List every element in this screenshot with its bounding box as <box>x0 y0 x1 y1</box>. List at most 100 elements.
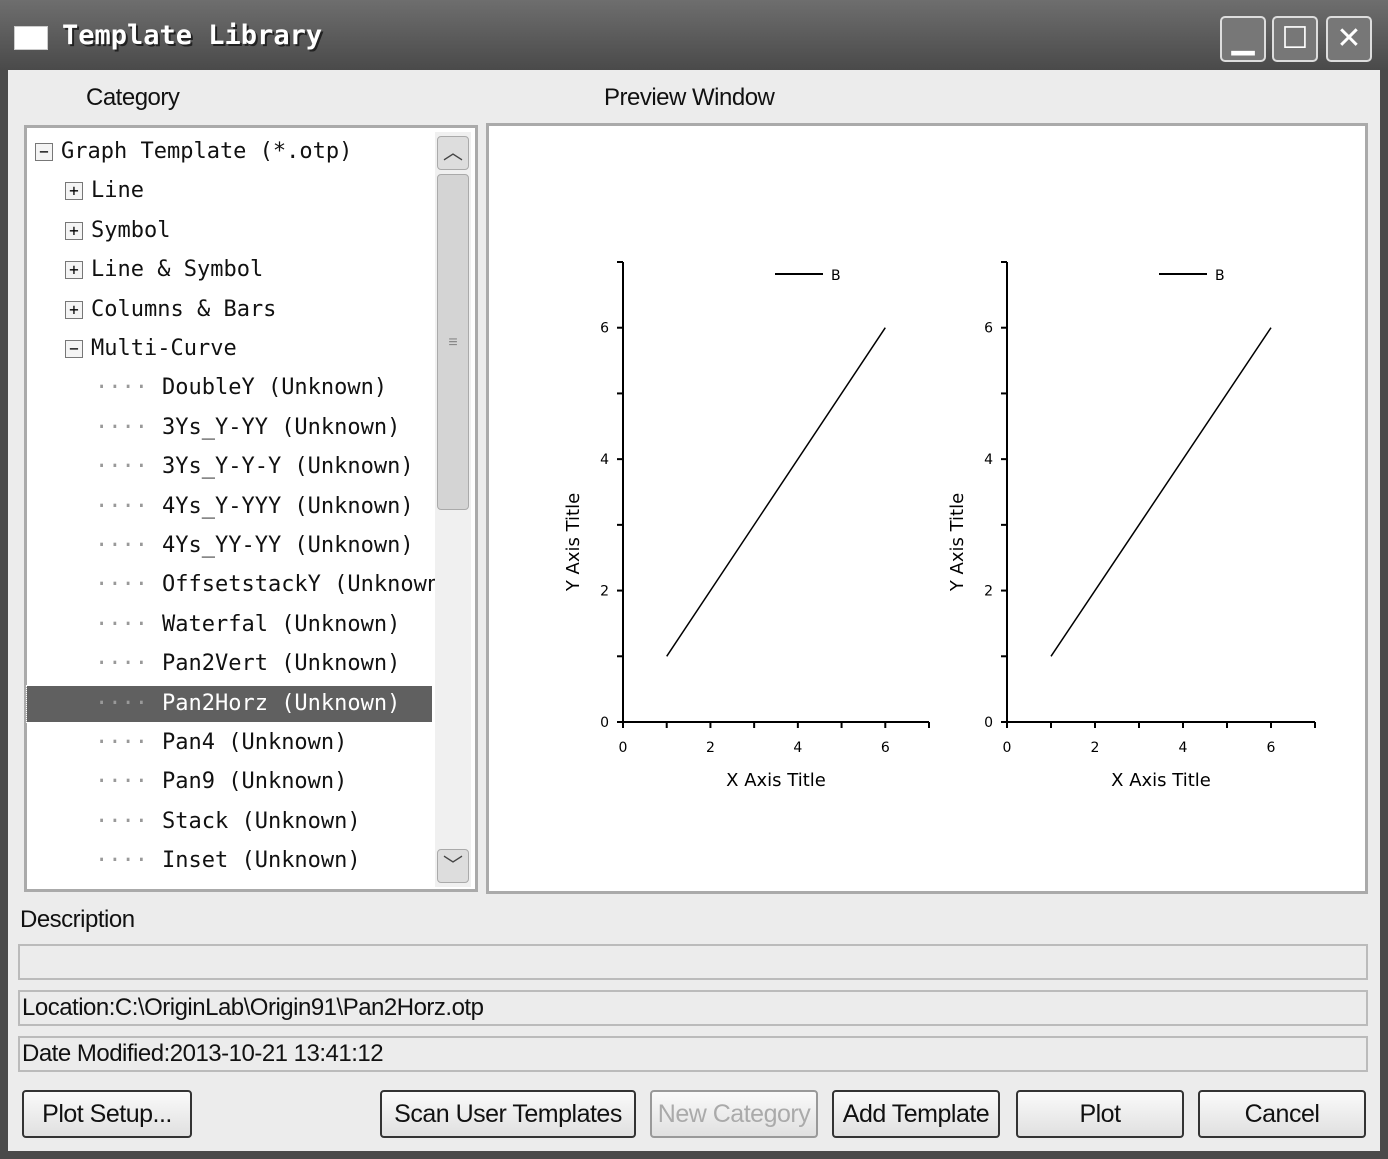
window-title: Template Library <box>62 20 323 51</box>
tree-item[interactable]: ···· 4Ys_YY-YY (Unknown) <box>27 528 432 564</box>
legend-label: B <box>1215 268 1225 284</box>
tree-connector: ···· <box>95 690 148 716</box>
title-bar[interactable]: Template Library ▁ ☐ ✕ <box>0 0 1388 70</box>
x-tick-label: 0 <box>619 740 628 756</box>
description-field <box>18 944 1368 980</box>
scroll-down-button[interactable]: ﹀ <box>437 849 469 883</box>
x-axis-title: X Axis Title <box>1111 770 1211 791</box>
tree-connector: ···· <box>95 375 148 401</box>
y-tick-label: 6 <box>984 321 993 337</box>
collapse-icon[interactable]: − <box>35 143 53 161</box>
location-field: Location:C:\OriginLab\Origin91\Pan2Horz.… <box>18 990 1368 1026</box>
tree-item[interactable]: ···· OffsetstackY (Unknown) <box>27 567 453 603</box>
x-tick-label: 0 <box>1003 740 1012 756</box>
y-tick-label: 4 <box>984 452 993 468</box>
tree-item[interactable]: ···· Pan4 (Unknown) <box>27 725 432 761</box>
tree-item[interactable]: ···· 4Ys_Y-YYY (Unknown) <box>27 489 432 525</box>
cancel-button[interactable]: Cancel <box>1198 1090 1366 1138</box>
tree-connector: ···· <box>95 533 148 558</box>
tree-item[interactable]: ···· 3Ys_Y-YY (Unknown) <box>27 410 432 446</box>
tree-item-label: Graph Template (*.otp) <box>61 139 353 164</box>
tree-item-label: DoubleY (Unknown) <box>161 375 388 401</box>
tree-connector: ···· <box>95 848 148 874</box>
add-template-button[interactable]: Add Template <box>832 1090 1000 1138</box>
preview-graph: 0 2 4 6 0 2 4 6 X Axis Title Y Axis Title B 0 2 4 6 0 2 4… <box>563 261 1316 791</box>
y-tick-label: 2 <box>984 584 993 600</box>
tree-item[interactable]: ···· 3Ys_Y-Y-Y (Unknown) <box>27 449 432 485</box>
scroll-up-button[interactable]: ︿ <box>437 136 469 170</box>
tree-connector: ···· <box>95 730 148 755</box>
y-tick-label: 0 <box>600 715 609 731</box>
y-axis-title: Y Axis Title <box>563 493 584 592</box>
y-tick-label: 0 <box>984 715 993 731</box>
description-label: Description <box>20 906 135 933</box>
tree-item-label: Multi-Curve <box>91 336 237 361</box>
category-label: Category <box>86 84 180 111</box>
tree-item-label: Stack (Unknown) <box>161 808 361 834</box>
tree-item[interactable]: + Columns & Bars <box>27 292 432 328</box>
expand-icon[interactable]: + <box>65 221 83 240</box>
tree-item-label: 3Ys_Y-Y-Y (Unknown) <box>161 454 414 480</box>
window-icon <box>14 26 48 50</box>
tree-item[interactable]: − Graph Template (*.otp) <box>27 134 432 170</box>
y-tick-label: 4 <box>600 452 609 468</box>
x-tick-label: 6 <box>881 740 890 756</box>
close-button[interactable]: ✕ <box>1326 16 1372 62</box>
tree-item[interactable]: + Line & Symbol <box>27 252 432 288</box>
preview-window: 0 2 4 6 0 2 4 6 X Axis Title Y Axis Title B 0 2 4 6 0 2 4… <box>486 123 1368 894</box>
expand-icon[interactable]: + <box>65 300 83 319</box>
tree-item-label: Columns & Bars <box>91 296 277 322</box>
tree-connector: ···· <box>95 454 148 480</box>
minimize-button[interactable]: ▁ <box>1220 16 1266 62</box>
scan-user-templates-button[interactable]: Scan User Templates <box>380 1090 636 1138</box>
tree-item-label: Pan2Vert (Unknown) <box>161 651 401 677</box>
tree-item[interactable]: ···· Inset (Unknown) <box>27 843 432 879</box>
tree-item-label: Waterfal (Unknown) <box>161 611 401 637</box>
legend-label: B <box>831 268 841 284</box>
tree-item-label: 4Ys_YY-YY (Unknown) <box>161 533 414 558</box>
tree-item[interactable]: − Multi-Curve <box>27 331 432 367</box>
tree-item-label: 4Ys_Y-YYY (Unknown) <box>161 493 414 519</box>
tree-scrollbar[interactable]: ︿ ≡ ﹀ <box>435 132 471 887</box>
plot-button[interactable]: Plot <box>1016 1090 1184 1138</box>
tree-connector: ···· <box>95 651 148 677</box>
scroll-thumb[interactable]: ≡ <box>437 174 469 510</box>
tree-connector: ···· <box>95 414 148 440</box>
category-tree[interactable]: − Graph Template (*.otp) + Line + Symbol + Line… <box>24 125 478 892</box>
tree-item-label: Pan2Horz (Unknown) <box>161 690 401 716</box>
expand-icon[interactable]: + <box>65 261 83 280</box>
tree-item-label: 3Ys_Y-YY (Unknown) <box>161 414 401 440</box>
tree-item[interactable]: + Symbol <box>27 213 432 249</box>
x-tick-label: 6 <box>1267 740 1276 756</box>
tree-item[interactable]: ···· DoubleY (Unknown) <box>27 370 432 406</box>
tree-connector: ···· <box>95 769 148 795</box>
tree-item[interactable]: + Line <box>27 173 432 209</box>
tree-item-label: Line & Symbol <box>91 257 264 283</box>
y-tick-label: 2 <box>600 584 609 600</box>
tree-item-label: Inset (Unknown) <box>161 848 361 874</box>
expand-icon[interactable]: + <box>65 182 83 201</box>
tree-item-label: Symbol <box>91 217 171 243</box>
tree-item[interactable]: ···· Waterfal (Unknown) <box>27 607 432 643</box>
series-line <box>1050 327 1272 657</box>
tree-item-label: OffsetstackY (Unknown) <box>161 572 454 598</box>
x-tick-label: 4 <box>1179 740 1188 756</box>
tree-connector: ···· <box>95 808 148 834</box>
x-axis-title: X Axis Title <box>726 770 826 791</box>
tree-item[interactable]: ···· Pan2Vert (Unknown) <box>27 646 432 682</box>
new-category-button: New Category <box>650 1090 818 1138</box>
tree-item[interactable]: ···· Pan9 (Unknown) <box>27 764 432 800</box>
y-tick-label: 6 <box>600 321 609 337</box>
collapse-icon[interactable]: − <box>65 340 83 358</box>
tree-connector: ···· <box>95 611 148 637</box>
preview-label: Preview Window <box>604 84 775 111</box>
tree-item-label: Pan9 (Unknown) <box>161 769 348 795</box>
x-tick-label: 4 <box>793 740 802 756</box>
tree-item[interactable]: ···· Stack (Unknown) <box>27 804 432 840</box>
tree-item[interactable]: ···· Pan2Horz (Unknown) <box>26 684 433 723</box>
series-line <box>666 327 886 657</box>
y-axis-title: Y Axis Title <box>947 493 968 592</box>
plot-setup-button[interactable]: Plot Setup... <box>22 1090 192 1138</box>
maximize-button[interactable]: ☐ <box>1272 16 1318 62</box>
tree-item-label: Line <box>91 178 144 204</box>
